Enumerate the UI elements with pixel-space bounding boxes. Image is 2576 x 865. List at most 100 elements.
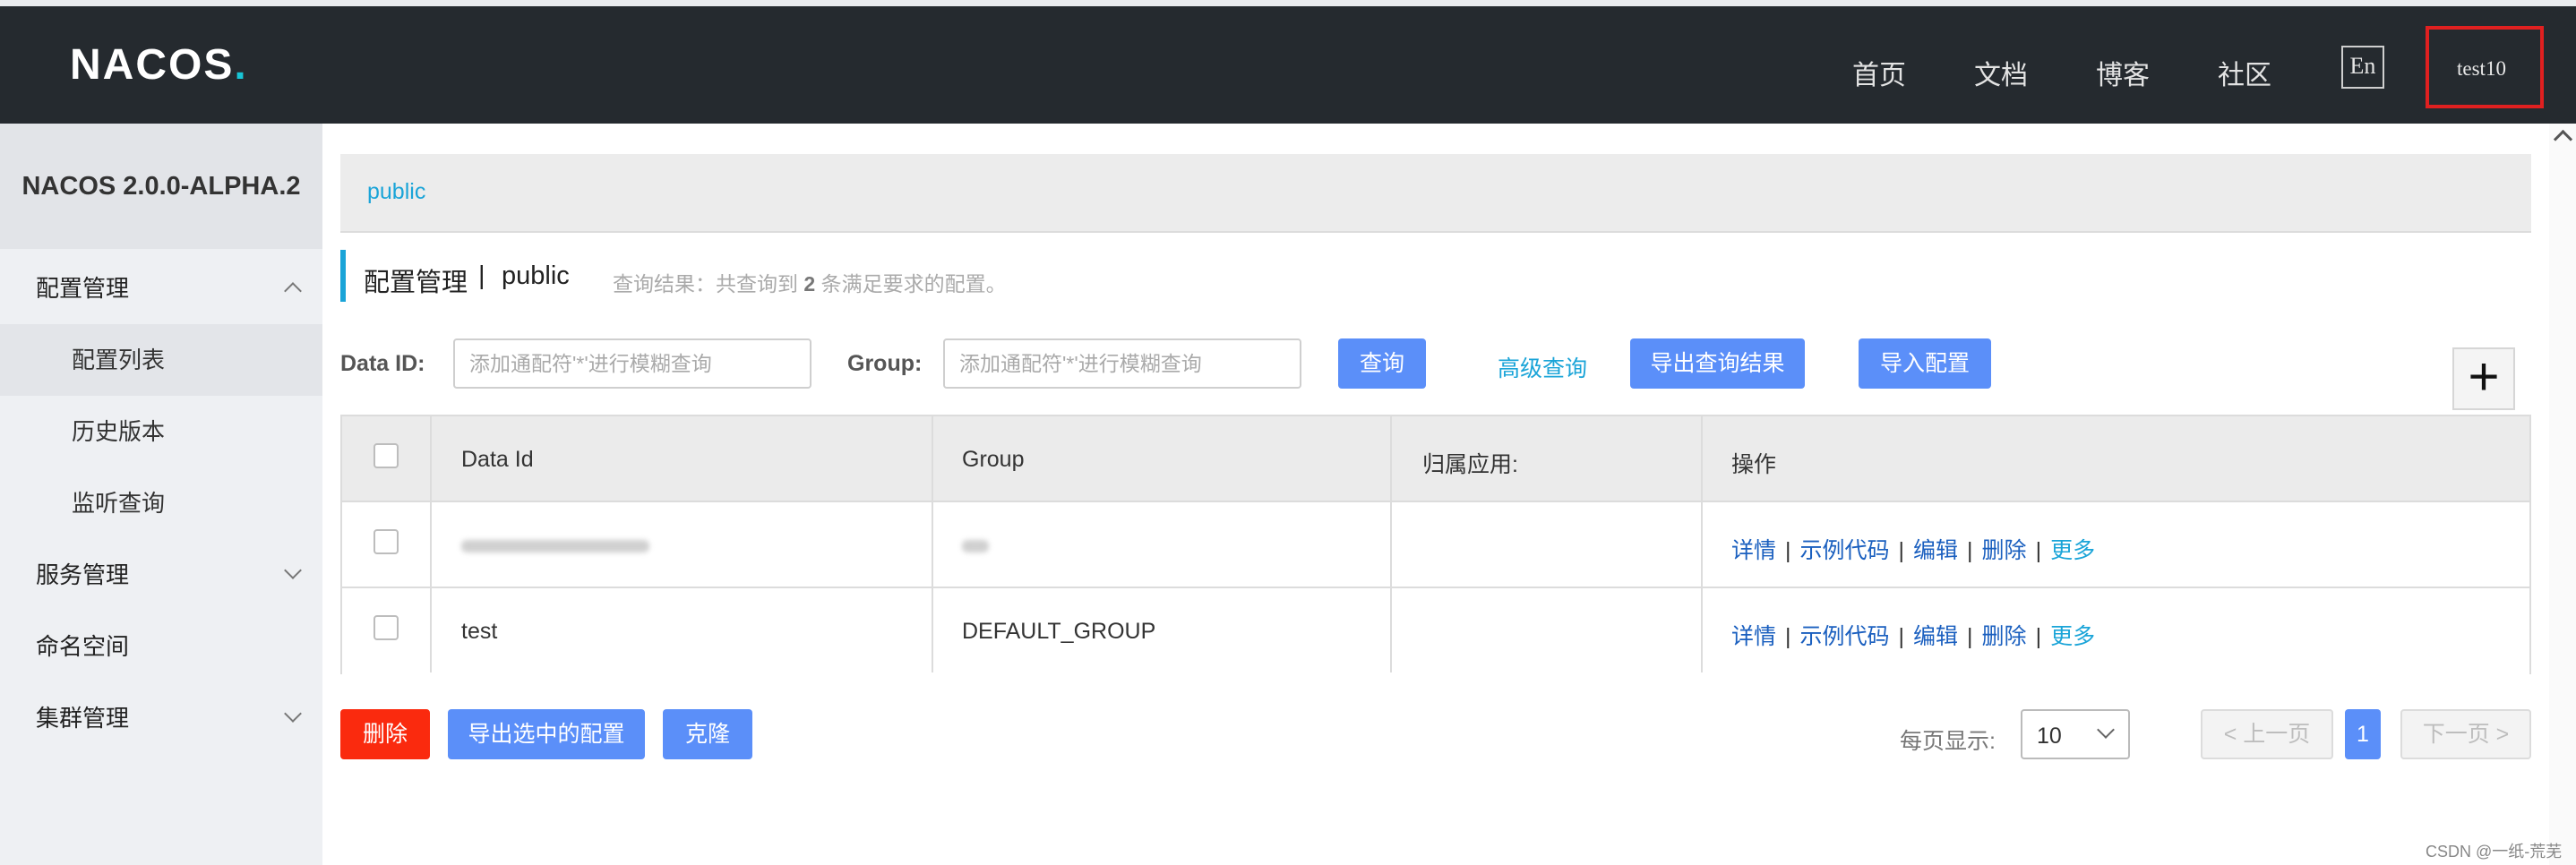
advanced-query-link[interactable]: 高级查询 xyxy=(1498,351,1587,383)
page-scrollbar[interactable] xyxy=(2549,124,2576,865)
sidebar-item-label: 命名空间 xyxy=(36,633,130,660)
redacted-dataid xyxy=(461,540,649,552)
nav-community[interactable]: 社区 xyxy=(2218,53,2271,92)
row-dataid: test xyxy=(461,619,498,644)
table-row: 详情 | 示例代码 | 编辑 | 删除 | 更多 xyxy=(342,502,2529,588)
sidebar-item-config-list[interactable]: 配置列表 xyxy=(0,324,322,396)
current-page-button[interactable]: 1 xyxy=(2345,709,2381,759)
query-result-summary: 查询结果：共查询到 2 条满足要求的配置。 xyxy=(613,267,1007,297)
delete-link[interactable]: 删除 xyxy=(1982,538,2027,563)
sidebar-item-listener-query[interactable]: 监听查询 xyxy=(0,467,322,539)
sidebar-item-config-management[interactable]: 配置管理 xyxy=(0,253,322,324)
details-link[interactable]: 详情 xyxy=(1731,624,1776,649)
nav-docs[interactable]: 文档 xyxy=(1974,53,2028,92)
chevron-down-icon xyxy=(284,561,302,579)
sidebar-item-label: 监听查询 xyxy=(72,490,166,517)
sidebar-item-label: 配置列表 xyxy=(72,347,166,373)
action-separator: | xyxy=(1967,538,1973,563)
page-size-label: 每页显示: xyxy=(1900,729,1996,754)
column-divider xyxy=(430,416,432,672)
column-divider xyxy=(1390,416,1392,672)
import-config-button[interactable]: 导入配置 xyxy=(1859,338,1991,389)
chevron-down-icon xyxy=(2097,721,2115,739)
table-header-row: Data Id Group 归属应用: 操作 xyxy=(342,416,2529,502)
delete-link[interactable]: 删除 xyxy=(1982,624,2027,649)
action-separator: | xyxy=(1785,624,1791,649)
next-page-button[interactable]: 下一页 > xyxy=(2400,709,2531,759)
page-size-value: 10 xyxy=(2037,724,2062,749)
row-actions: 详情 | 示例代码 | 编辑 | 删除 | 更多 xyxy=(1731,619,2095,651)
nav-home[interactable]: 首页 xyxy=(1852,53,1906,92)
language-switch[interactable]: En xyxy=(2341,46,2384,89)
edit-link[interactable]: 编辑 xyxy=(1913,624,1958,649)
result-prefix: 查询结果：共查询到 xyxy=(613,272,798,295)
sidebar-item-cluster-management[interactable]: 集群管理 xyxy=(0,682,322,754)
group-search-input[interactable] xyxy=(943,338,1301,389)
page-title: 配置管理 xyxy=(364,269,468,297)
action-separator: | xyxy=(2035,538,2042,563)
top-navbar: NACOS. 首页 文档 博客 社区 En test10 xyxy=(0,6,2576,124)
column-header-app: 归属应用: xyxy=(1422,452,1518,477)
sample-code-link[interactable]: 示例代码 xyxy=(1800,624,1890,649)
title-namespace: public xyxy=(502,261,570,290)
logo-dot: . xyxy=(234,41,248,89)
sidebar: NACOS 2.0.0-ALPHA.2 配置管理 配置列表 历史版本 监听查询 … xyxy=(0,124,322,865)
logo-text: NACOS xyxy=(70,41,235,89)
export-selected-button[interactable]: 导出选中的配置 xyxy=(448,709,645,759)
page-size-select[interactable]: 10 xyxy=(2021,709,2130,759)
action-separator: | xyxy=(2035,624,2042,649)
chevron-down-icon xyxy=(284,705,302,723)
prev-page-button[interactable]: < 上一页 xyxy=(2201,709,2333,759)
nacos-logo[interactable]: NACOS. xyxy=(70,40,248,90)
sidebar-item-label: 服务管理 xyxy=(36,561,130,588)
title-accent-bar xyxy=(340,250,346,302)
query-button[interactable]: 查询 xyxy=(1338,338,1426,389)
namespace-tab-public[interactable]: public xyxy=(367,179,425,205)
result-count: 2 xyxy=(803,272,816,295)
sidebar-item-service-management[interactable]: 服务管理 xyxy=(0,539,322,611)
result-suffix: 条满足要求的配置。 xyxy=(820,272,1007,295)
clone-button[interactable]: 克隆 xyxy=(663,709,752,759)
group-label: Group: xyxy=(847,351,923,376)
user-menu[interactable]: test10 xyxy=(2457,57,2506,81)
sample-code-link[interactable]: 示例代码 xyxy=(1800,538,1890,563)
more-link[interactable]: 更多 xyxy=(2050,624,2095,649)
column-header-group[interactable]: Group xyxy=(962,447,1024,473)
dataid-search-input[interactable] xyxy=(453,338,811,389)
chevron-up-icon xyxy=(284,282,302,300)
column-header-actions: 操作 xyxy=(1731,452,1777,477)
row-actions: 详情 | 示例代码 | 编辑 | 删除 | 更多 xyxy=(1731,533,2095,565)
add-config-button[interactable]: + xyxy=(2452,347,2515,410)
title-separator: | xyxy=(478,261,485,290)
sidebar-item-namespace[interactable]: 命名空间 xyxy=(0,611,322,682)
row-group: DEFAULT_GROUP xyxy=(962,619,1156,644)
row-checkbox[interactable] xyxy=(374,615,399,640)
column-header-dataid[interactable]: Data Id xyxy=(461,447,534,473)
namespace-bar: public xyxy=(340,154,2531,233)
select-all-checkbox[interactable] xyxy=(374,443,399,468)
dataid-label: Data ID: xyxy=(340,351,425,376)
nav-blog[interactable]: 博客 xyxy=(2096,53,2150,92)
watermark: CSDN @一纸-荒芜 xyxy=(2426,843,2563,861)
details-link[interactable]: 详情 xyxy=(1731,538,1776,563)
window-top-strip xyxy=(0,0,2576,6)
config-table: Data Id Group 归属应用: 操作 详情 | 示例代码 | 编辑 | 删除 | 更多 … xyxy=(340,415,2531,674)
redacted-group xyxy=(962,540,989,552)
export-results-button[interactable]: 导出查询结果 xyxy=(1630,338,1805,389)
scroll-up-arrow-icon[interactable] xyxy=(2553,129,2573,150)
sidebar-item-label: 集群管理 xyxy=(36,705,130,732)
row-checkbox[interactable] xyxy=(374,529,399,554)
more-link[interactable]: 更多 xyxy=(2050,538,2095,563)
sidebar-item-label: 配置管理 xyxy=(36,275,130,302)
action-separator: | xyxy=(1785,538,1791,563)
action-separator: | xyxy=(1898,624,1905,649)
action-separator: | xyxy=(1898,538,1905,563)
delete-selected-button[interactable]: 删除 xyxy=(340,709,430,759)
edit-link[interactable]: 编辑 xyxy=(1913,538,1958,563)
product-version: NACOS 2.0.0-ALPHA.2 xyxy=(0,124,322,249)
sidebar-item-history[interactable]: 历史版本 xyxy=(0,396,322,467)
column-divider xyxy=(1701,416,1703,672)
sidebar-item-label: 历史版本 xyxy=(72,418,166,445)
action-separator: | xyxy=(1967,624,1973,649)
table-row: test DEFAULT_GROUP 详情 | 示例代码 | 编辑 | 删除 | 更多 xyxy=(342,588,2529,674)
